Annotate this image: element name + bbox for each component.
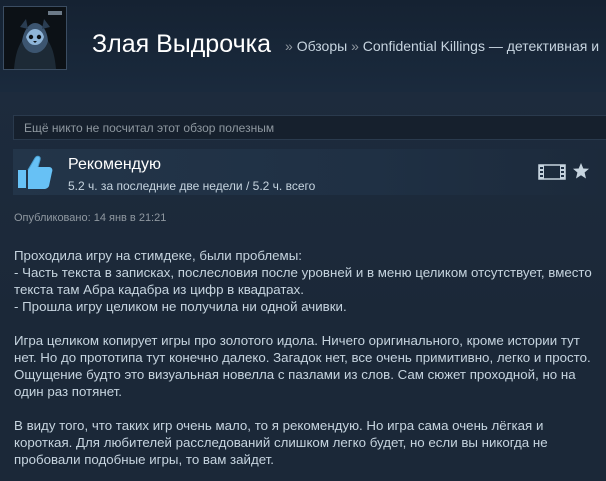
star-icon[interactable] (572, 162, 590, 180)
review-paragraph: Игра целиком копирует игры про золотого … (14, 333, 591, 399)
breadcrumb-separator: » (351, 38, 359, 54)
review-paragraph: В виду того, что таких игр очень мало, т… (14, 418, 548, 467)
breadcrumb-game-link[interactable]: Confidential Killings — детективная и (363, 38, 599, 54)
breadcrumb: » Обзоры » Confidential Killings — детек… (285, 38, 599, 54)
playtime-hours: 5.2 ч. за последние две недели / 5.2 ч. … (68, 179, 316, 193)
recommendation-title[interactable]: Рекомендую (68, 156, 161, 174)
film-strip-icon[interactable] (538, 163, 566, 181)
review-body: Проходила игру на стимдеке, были проблем… (14, 247, 602, 468)
profile-header: Злая Выдрочка » Обзоры » Confidential Ki… (0, 0, 606, 92)
helpful-count-text: Ещё никто не посчитал этот обзор полезны… (13, 115, 606, 140)
avatar[interactable] (3, 6, 67, 70)
thumbs-up-icon (15, 152, 55, 192)
breadcrumb-reviews-link[interactable]: Обзоры (297, 38, 348, 54)
recommendation-bar: Рекомендую 5.2 ч. за последние две недел… (13, 149, 606, 195)
breadcrumb-separator: » (285, 38, 293, 54)
posted-date: Опубликовано: 14 янв в 21:21 (14, 212, 167, 224)
review-paragraph: Проходила игру на стимдеке, были проблем… (14, 248, 592, 314)
persona-name[interactable]: Злая Выдрочка (92, 30, 271, 59)
